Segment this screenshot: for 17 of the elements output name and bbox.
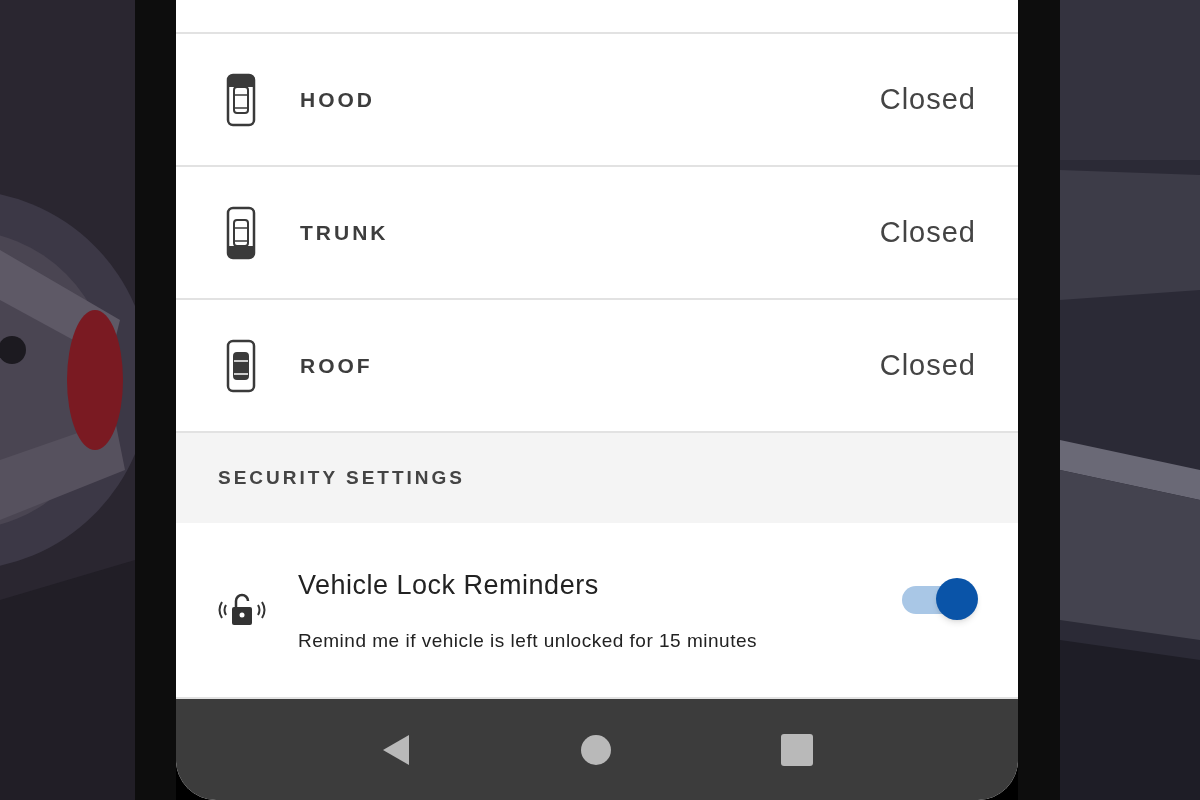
closure-status: Closed bbox=[879, 347, 976, 383]
closure-label: ROOF bbox=[300, 352, 373, 379]
setting-title: Vehicle Lock Reminders bbox=[298, 568, 600, 602]
closure-status: Closed bbox=[879, 214, 976, 250]
section-header: SECURITY SETTINGS bbox=[176, 433, 1018, 523]
back-icon[interactable] bbox=[381, 732, 411, 767]
car-icon bbox=[226, 72, 256, 127]
car-icon bbox=[226, 205, 256, 260]
home-icon[interactable] bbox=[581, 734, 611, 765]
setting-description: Remind me if vehicle is left unlocked for 15 minutes bbox=[298, 629, 757, 653]
lock-signal-icon bbox=[216, 592, 268, 628]
recents-icon[interactable] bbox=[781, 733, 813, 766]
closure-status: Closed bbox=[879, 81, 976, 117]
closure-label: HOOD bbox=[300, 86, 375, 113]
closure-label: TRUNK bbox=[300, 219, 389, 246]
car-icon bbox=[226, 338, 256, 393]
toggle-switch[interactable] bbox=[900, 578, 978, 622]
